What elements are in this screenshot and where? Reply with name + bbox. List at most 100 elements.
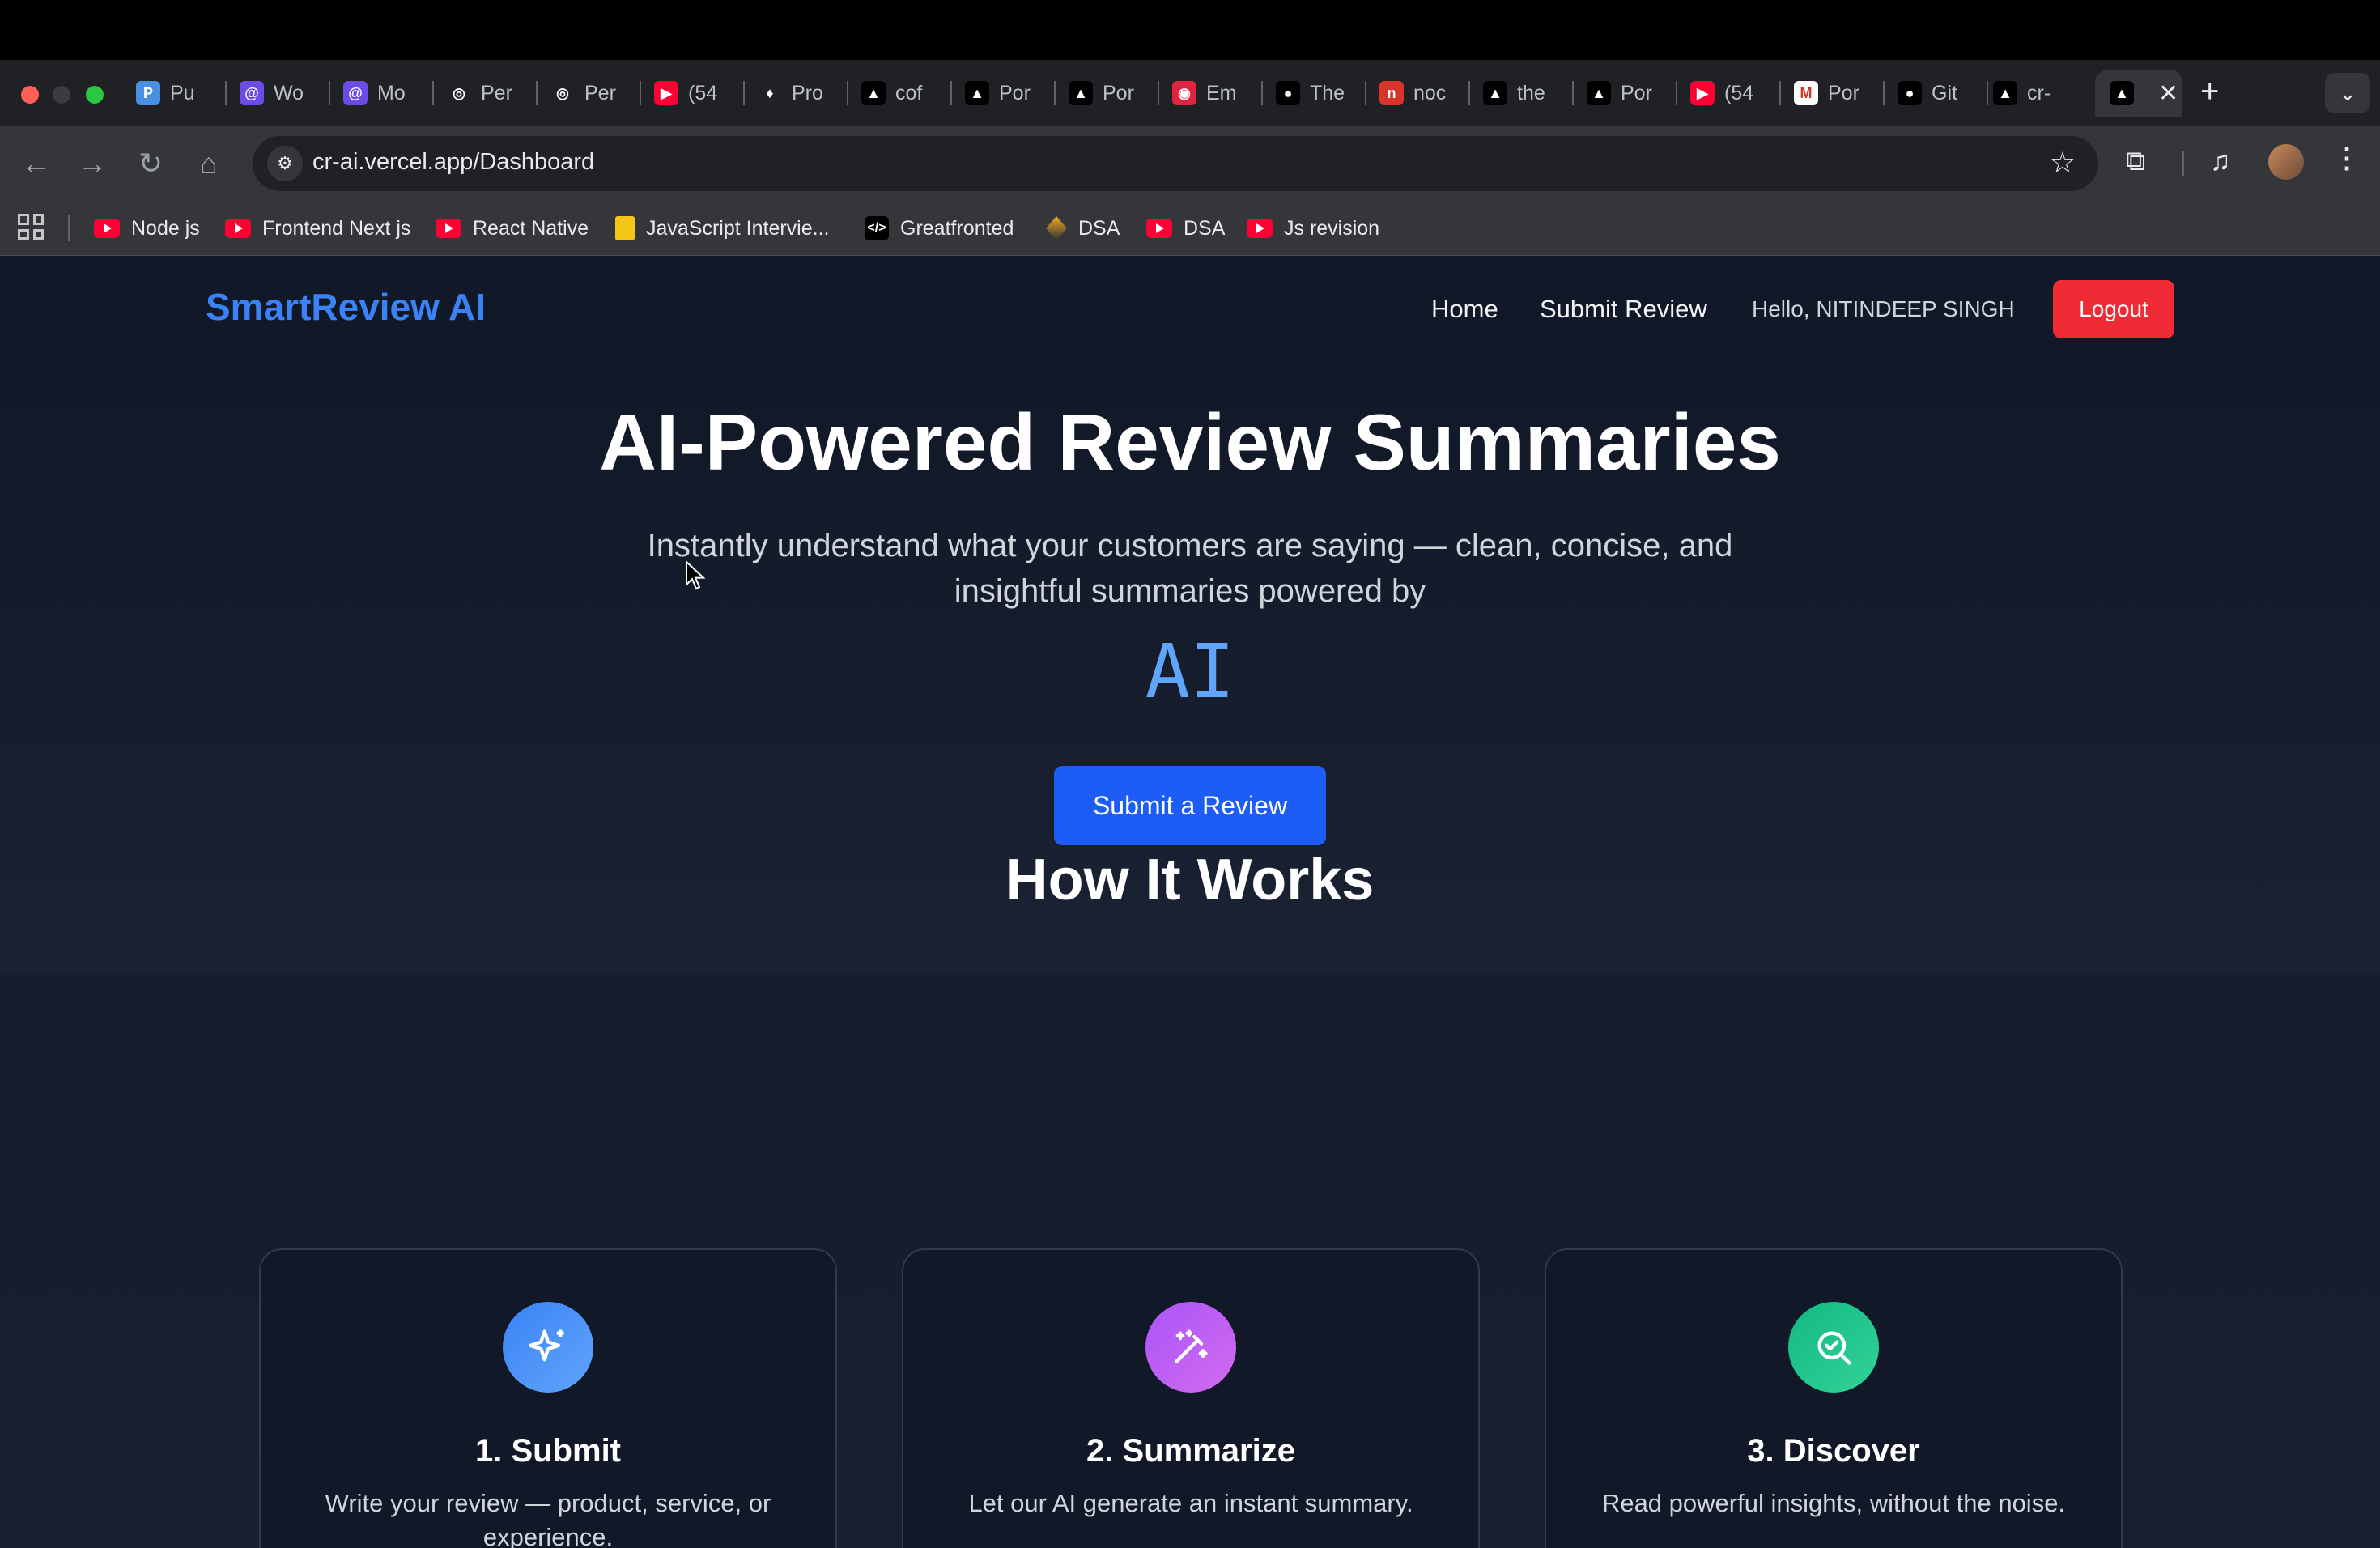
tab-divider [1158,81,1159,105]
site-navbar: SmartReview AI Home Submit Review Hello,… [0,256,2380,361]
mouse-cursor-icon [686,560,706,590]
tab-title: Mo [377,81,406,104]
browser-tab[interactable]: ▶ (54 [654,70,730,117]
tab-favicon-icon: ▲ [1587,81,1611,105]
reload-icon[interactable]: ↻ [131,144,170,183]
browser-tab[interactable]: ▶ (54 [1690,70,1766,117]
new-tab-button[interactable]: + [2200,71,2219,112]
browser-tab[interactable]: ◉ Em [1172,70,1248,117]
browser-tab[interactable]: ▲ the [1483,70,1559,117]
tab-divider [847,81,848,105]
forward-icon[interactable]: → [73,144,112,183]
tab-divider [1365,81,1366,105]
tab-title: Por [1828,81,1859,104]
bookmark-item[interactable]: Frontend Next js [225,212,410,245]
browser-tab[interactable]: ♦ Pro [758,70,834,117]
bookmark-item[interactable]: </> Greatfronted [865,212,1014,245]
bookmark-item[interactable]: Node js [94,212,200,245]
apps-grid-icon[interactable] [18,214,44,240]
brand-logo[interactable]: SmartReview AI [206,285,486,329]
tab-favicon-icon: ◎ [447,81,471,105]
tab-favicon-icon: @ [343,81,368,105]
step-description: Read powerful insights, without the nois… [1601,1489,2066,1517]
bookmark-item[interactable]: React Native [436,212,589,245]
site-settings-icon[interactable]: ⚙ [267,146,303,181]
bookmark-item[interactable]: JavaScript Intervie... [615,212,829,245]
tab-divider [329,81,330,105]
close-tab-icon[interactable]: ✕ [2158,79,2178,108]
tab-title: noc [1413,81,1447,104]
bookmark-label: React Native [473,216,589,240]
media-controls-icon[interactable]: ♫ [2210,146,2231,177]
bookmarks-bar: Node js Frontend Next js React Native JavaS… [0,201,2380,256]
tab-divider [1054,81,1056,105]
step-card-discover: 3. Discover Read powerful insights, with… [1545,1248,2123,1548]
tab-favicon-icon: M [1794,81,1818,105]
active-browser-tab[interactable]: ▲ ✕ [2095,70,2182,117]
address-bar[interactable]: ⚙ cr-ai.vercel.app/Dashboard ☆ [253,136,2098,191]
youtube-icon [94,219,120,238]
home-icon[interactable]: ⌂ [189,144,228,183]
bookmark-star-icon[interactable]: ☆ [2050,146,2076,180]
hero-title: AI-Powered Review Summaries [599,398,1781,487]
tab-title: Wo [274,81,304,104]
tab-divider [1987,81,1988,105]
tab-divider [1261,81,1263,105]
browser-tab[interactable]: ◎ Per [447,70,523,117]
browser-tab[interactable]: ◎ Per [550,70,627,117]
tab-title: Por [1621,81,1652,104]
nav-submit-review-link[interactable]: Submit Review [1540,295,1707,324]
bookmark-label: DSA [1078,216,1120,240]
browser-tab[interactable]: ● The [1276,70,1352,117]
tab-favicon-icon: ▲ [965,81,989,105]
bookmark-item[interactable]: DSA [1146,212,1225,245]
maximize-window-button[interactable] [86,86,104,104]
browser-tab[interactable]: ▲ cof [861,70,937,117]
browser-tab[interactable]: P Pu [136,70,212,117]
tab-search-button[interactable]: ⌄ [2325,73,2370,113]
browser-tab[interactable]: ▲ cr- [1993,70,2069,117]
tab-divider [743,81,745,105]
url-text[interactable]: cr-ai.vercel.app/Dashboard [312,149,594,176]
tab-favicon-icon: ◎ [550,81,575,105]
bookmark-label: DSA [1184,216,1226,240]
browser-tab[interactable]: @ Mo [343,70,419,117]
nav-home-link[interactable]: Home [1431,295,1498,324]
browser-tab[interactable]: ● Git [1898,70,1974,117]
profile-avatar[interactable] [2268,144,2304,180]
toolbar-divider [2182,151,2184,176]
minimize-window-button[interactable] [53,86,70,104]
tab-divider [1468,81,1470,105]
bookmark-label: Greatfronted [900,216,1014,240]
extensions-icon[interactable]: ⧉ [2126,146,2145,177]
magic-wand-icon [1145,1302,1236,1393]
bookmark-label: Js revision [1284,216,1380,240]
tab-title: (54 [688,81,718,104]
logout-button[interactable]: Logout [2053,280,2174,338]
browser-tab[interactable]: ▲ Por [965,70,1041,117]
browser-tab[interactable]: M Por [1794,70,1870,117]
youtube-icon [1146,219,1172,238]
bookmarks-divider [68,215,70,241]
browser-tab[interactable]: n noc [1379,70,1456,117]
browser-tab[interactable]: ▲ Por [1587,70,1663,117]
bookmark-item[interactable]: DSA [1046,212,1120,245]
browser-tab[interactable]: ▲ Por [1069,70,1145,117]
tab-divider [225,81,227,105]
submit-review-cta-button[interactable]: Submit a Review [1054,766,1326,845]
step-description: Let our AI generate an instant summary. [968,1489,1413,1517]
tab-title: (54 [1724,81,1754,104]
tab-title: Per [481,81,512,104]
back-icon[interactable]: ← [16,144,55,183]
menu-kebab-icon[interactable]: ⋮ [2333,142,2361,175]
tab-favicon-icon: ● [1898,81,1922,105]
tab-favicon-icon: P [136,81,160,105]
tab-divider [432,81,434,105]
browser-tab[interactable]: @ Wo [240,70,316,117]
close-window-button[interactable] [21,86,39,104]
tab-title: Git [1932,81,1957,104]
bookmark-item[interactable]: Js revision [1247,212,1379,245]
user-greeting: Hello, NITINDEEP SINGH [1752,296,2015,321]
tab-favicon-icon: ▲ [1483,81,1507,105]
tab-divider [950,81,952,105]
